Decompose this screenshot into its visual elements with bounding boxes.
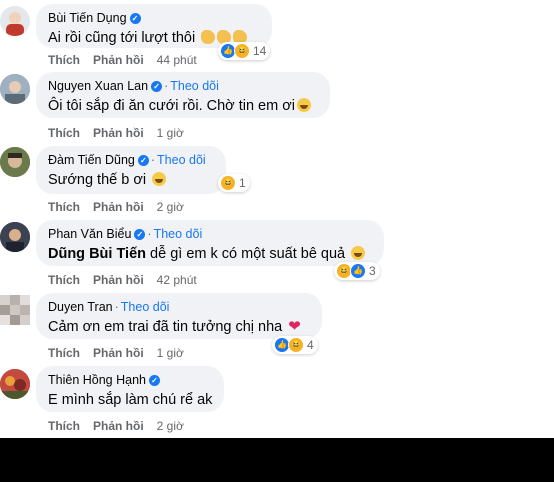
like-link[interactable]: Thích <box>48 200 80 214</box>
comment-actions: Thích Phản hồi 42 phút <box>48 273 210 287</box>
avatar[interactable] <box>0 74 30 104</box>
reply-link[interactable]: Phản hồi <box>93 126 144 140</box>
avatar-photo-icon <box>0 147 30 177</box>
verified-badge-icon: ✓ <box>148 375 160 386</box>
avatar[interactable] <box>0 147 30 177</box>
grin-emoji-icon <box>296 98 311 112</box>
follow-link[interactable]: Theo dõi <box>121 300 170 314</box>
comment-author[interactable]: Bùi Tiến Dụng <box>48 11 127 25</box>
haha-reaction-icon: 😆 <box>234 43 250 59</box>
like-link[interactable]: Thích <box>48 53 80 67</box>
reaction-summary[interactable]: 👍 😆 14 <box>218 42 271 60</box>
reaction-summary[interactable]: 👍 😆 4 <box>272 336 318 354</box>
reaction-count: 1 <box>239 176 246 190</box>
avatar-photo-icon <box>0 222 30 252</box>
grin-emoji-icon <box>351 246 366 260</box>
avatar-photo-icon <box>0 74 30 104</box>
comment-bubble: Nguyen Xuan Lan ✓ · Theo dõi Ôi tôi sắp đi … <box>36 72 330 118</box>
comment-actions: Thích Phản hồi 2 giờ <box>48 200 197 214</box>
comment-author[interactable]: Nguyen Xuan Lan <box>48 79 148 93</box>
comment-text: Sướng thế b ơi <box>48 172 147 188</box>
heart-emoji-icon: ❤ <box>288 318 301 335</box>
reaction-summary[interactable]: 😆 1 <box>218 174 250 192</box>
follow-link[interactable]: Theo dõi <box>154 227 203 241</box>
comment-text: Ai rồi cũng tới lượt thôi <box>48 30 196 46</box>
comment-time[interactable]: 42 phút <box>157 273 197 287</box>
verified-badge-icon: ✓ <box>129 13 141 24</box>
comment-actions: Thích Phản hồi 1 giờ <box>48 126 197 140</box>
avatar-photo-icon <box>6 12 24 36</box>
follow-link[interactable]: Theo dõi <box>170 79 219 93</box>
grin-emoji-icon <box>152 172 167 186</box>
reply-link[interactable]: Phản hồi <box>93 346 144 360</box>
clap-emoji-icon <box>201 30 216 44</box>
comment-time[interactable]: 2 giờ <box>157 200 184 214</box>
comment-bubble: Duyen Tran · Theo dõi Cảm ơn em trai đã ti… <box>36 293 322 339</box>
reaction-count: 14 <box>253 44 267 58</box>
comment-time[interactable]: 1 giờ <box>157 126 184 140</box>
reply-link[interactable]: Phản hồi <box>93 273 144 287</box>
verified-badge-icon: ✓ <box>137 155 149 166</box>
reply-link[interactable]: Phản hồi <box>93 53 144 67</box>
avatar[interactable] <box>0 222 30 252</box>
comment-author[interactable]: Duyen Tran <box>48 300 113 314</box>
avatar[interactable] <box>0 6 30 36</box>
comment-text: Cảm ơn em trai đã tin tưởng chị nha <box>48 319 283 335</box>
avatar-photo-icon <box>0 369 30 399</box>
like-link[interactable]: Thích <box>48 346 80 360</box>
comment-actions: Thích Phản hồi 1 giờ <box>48 346 197 360</box>
reaction-summary[interactable]: 😆 👍 3 <box>334 262 380 280</box>
comment-author[interactable]: Phan Văn Biểu <box>48 227 131 241</box>
like-link[interactable]: Thích <box>48 126 80 140</box>
avatar[interactable] <box>0 369 30 399</box>
comment-actions: Thích Phản hồi 2 giờ <box>48 419 197 433</box>
follow-link[interactable]: Theo dõi <box>157 153 206 167</box>
comment-text: dễ gì em k có một suất bê quả <box>150 246 346 262</box>
like-link[interactable]: Thích <box>48 419 80 433</box>
verified-badge-icon: ✓ <box>134 229 146 240</box>
haha-reaction-icon: 😆 <box>220 175 236 191</box>
reaction-count: 4 <box>307 338 314 352</box>
comment-bubble: Thiên Hồng Hạnh ✓ E mình sắp làm chú rể a… <box>36 366 224 412</box>
avatar-pixelated-icon <box>0 295 30 325</box>
comment-time[interactable]: 2 giờ <box>157 419 184 433</box>
comment-author[interactable]: Thiên Hồng Hạnh <box>48 373 146 387</box>
like-link[interactable]: Thích <box>48 273 80 287</box>
comment-time[interactable]: 1 giờ <box>157 346 184 360</box>
reply-link[interactable]: Phản hồi <box>93 419 144 433</box>
comment-text: E mình sắp làm chú rể ak <box>48 392 213 408</box>
comment-actions: Thích Phản hồi 44 phút <box>48 53 210 67</box>
comment-time[interactable]: 44 phút <box>157 53 197 67</box>
letterbox-bar <box>0 438 554 482</box>
comment-bubble: Phan Văn Biểu ✓ · Theo dõi Dũng Bùi Tiến dễ… <box>36 220 384 266</box>
avatar[interactable] <box>0 295 30 325</box>
reaction-count: 3 <box>369 264 376 278</box>
verified-badge-icon: ✓ <box>151 81 163 92</box>
comment-author[interactable]: Đàm Tiến Dũng <box>48 153 135 167</box>
comment-feed: Bùi Tiến Dụng ✓ Ai rồi cũng tới lượt thôi… <box>0 0 554 438</box>
reply-link[interactable]: Phản hồi <box>93 200 144 214</box>
mention-link[interactable]: Dũng Bùi Tiến <box>48 246 146 262</box>
haha-reaction-icon: 😆 <box>288 337 304 353</box>
comment-bubble: Đàm Tiến Dũng ✓ · Theo dõi Sướng thế b ơi <box>36 146 226 194</box>
comment-text: Ôi tôi sắp đi ăn cưới rồi. Chờ tin em ơi <box>48 98 295 114</box>
like-reaction-icon: 👍 <box>350 263 366 279</box>
